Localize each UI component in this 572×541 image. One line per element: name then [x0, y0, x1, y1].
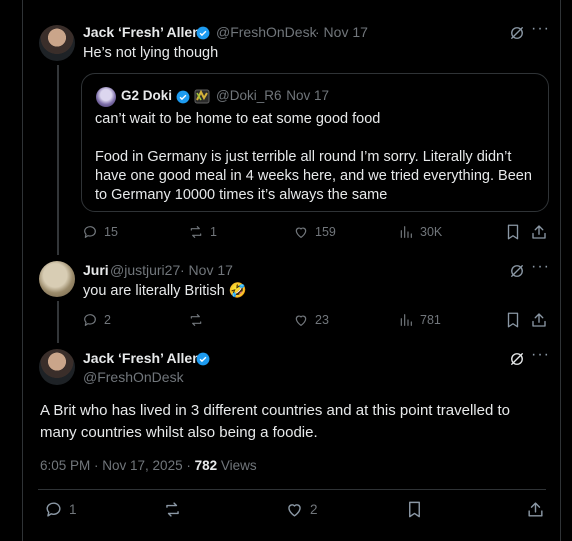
- share-icon[interactable]: [530, 311, 548, 329]
- tweet-date[interactable]: · Nov 17: [315, 24, 368, 40]
- quote-text-line: can’t wait to be home to eat some good f…: [95, 111, 381, 127]
- repost-button[interactable]: 1: [188, 224, 217, 240]
- tweet-text: you are literally British 🤣: [83, 282, 247, 301]
- repost-button[interactable]: [163, 500, 182, 519]
- reply-count: 2: [104, 313, 111, 327]
- quote-author-name[interactable]: G2 Doki: [121, 88, 172, 103]
- author-name[interactable]: Jack ‘Fresh’ Allen: [83, 24, 201, 40]
- grok-icon[interactable]: [508, 24, 526, 42]
- repost-count: 1: [210, 225, 217, 239]
- thread-line: [57, 65, 59, 255]
- grok-icon[interactable]: [508, 262, 526, 280]
- emoji: 🤣: [228, 283, 247, 299]
- like-icon: [295, 227, 307, 238]
- repost-icon: [190, 314, 202, 326]
- bookmark-icon[interactable]: [504, 311, 522, 329]
- timestamp-text: 6:05 PM · Nov 17, 2025 ·: [40, 458, 191, 473]
- left-column-border: [0, 0, 23, 541]
- like-button[interactable]: 23: [293, 312, 329, 328]
- more-icon[interactable]: ···: [531, 346, 550, 364]
- views-count: 781: [420, 313, 441, 327]
- views-count: 30K: [420, 225, 443, 239]
- reply-button[interactable]: 15: [82, 224, 118, 240]
- reply-icon: [84, 314, 96, 326]
- like-count: 23: [315, 313, 329, 327]
- like-button[interactable]: 2: [285, 500, 318, 519]
- views-button[interactable]: 30K: [398, 224, 442, 240]
- views-icon: [400, 314, 412, 326]
- avatar[interactable]: [96, 87, 116, 107]
- reply-button[interactable]: 2: [82, 312, 111, 328]
- reply-button[interactable]: 1: [44, 500, 77, 519]
- tweet-text: A Brit who has lived in 3 different coun…: [40, 402, 510, 441]
- like-count: 159: [315, 225, 336, 239]
- affiliate-badge-icon: [194, 89, 210, 104]
- quote-author-handle[interactable]: @Doki_R6: [216, 88, 281, 103]
- tweet-text-content: you are literally British: [83, 283, 225, 299]
- like-count: 2: [310, 502, 318, 517]
- views-button[interactable]: 781: [398, 312, 441, 328]
- reply-count: 15: [104, 225, 118, 239]
- author-handle[interactable]: @FreshOnDesk: [83, 369, 184, 385]
- tweet-date[interactable]: · Nov 17: [180, 262, 233, 278]
- reply-icon: [84, 226, 96, 238]
- like-button[interactable]: 159: [293, 224, 336, 240]
- reply-count: 1: [69, 502, 77, 517]
- verified-badge-icon: [196, 26, 210, 40]
- quote-text-paragraph: Food in Germany is just terrible all rou…: [95, 149, 532, 203]
- quote-date[interactable]: · Nov 17: [278, 88, 329, 103]
- author-name[interactable]: Juri: [83, 262, 109, 278]
- share-icon[interactable]: [526, 500, 545, 519]
- bookmark-icon[interactable]: [504, 223, 522, 241]
- reply-icon: [46, 502, 61, 517]
- author-name[interactable]: Jack ‘Fresh’ Allen: [83, 350, 201, 366]
- avatar[interactable]: [39, 261, 75, 297]
- avatar[interactable]: [39, 25, 75, 61]
- tweet-timestamp[interactable]: 6:05 PM · Nov 17, 2025 · 782 Views: [40, 458, 257, 473]
- repost-button[interactable]: [188, 312, 210, 328]
- author-handle[interactable]: @justjuri27: [110, 262, 180, 278]
- more-icon[interactable]: ···: [531, 258, 550, 276]
- right-column-border: [560, 0, 572, 541]
- views-icon: [400, 226, 412, 238]
- share-icon[interactable]: [530, 223, 548, 241]
- avatar[interactable]: [39, 349, 75, 385]
- divider: [38, 489, 546, 490]
- grok-icon[interactable]: [508, 350, 526, 368]
- verified-badge-icon: [176, 90, 190, 104]
- more-icon[interactable]: ···: [531, 20, 550, 38]
- repost-icon: [166, 502, 179, 517]
- thread-line: [57, 301, 59, 343]
- author-handle[interactable]: @FreshOnDesk: [216, 24, 317, 40]
- views-total: 782: [194, 458, 218, 473]
- tweet-text: He’s not lying though: [83, 45, 219, 61]
- bookmark-icon[interactable]: [405, 500, 424, 519]
- repost-icon: [190, 226, 202, 238]
- like-icon: [288, 504, 301, 517]
- like-icon: [295, 315, 307, 326]
- verified-badge-icon: [196, 352, 210, 366]
- views-label: Views: [220, 458, 257, 473]
- quoted-tweet[interactable]: G2 Doki @Doki_R6 · Nov 17 can’t wait to …: [81, 73, 549, 212]
